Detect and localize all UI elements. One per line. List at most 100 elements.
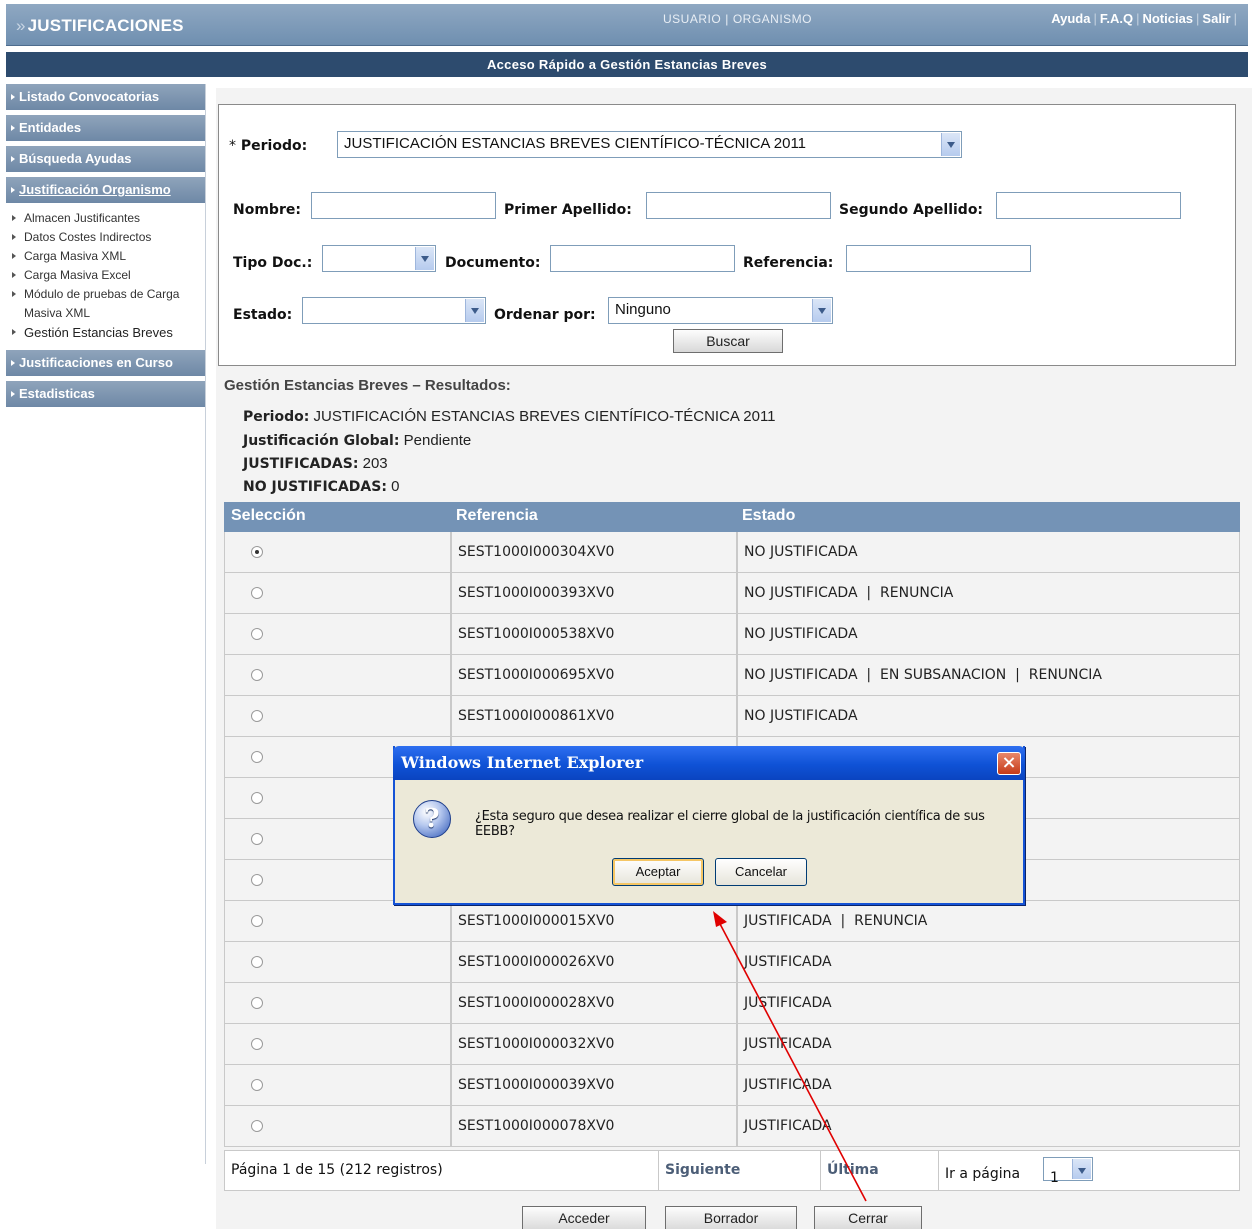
borrador-button[interactable]: Borrador (665, 1206, 797, 1229)
aceptar-button[interactable]: Aceptar (612, 858, 704, 886)
question-icon: ? (413, 800, 451, 838)
selection-cell (224, 983, 451, 1023)
column-header-estado[interactable]: Estado (742, 507, 795, 525)
referencia-cell: SEST1000I000538XV0 (451, 614, 737, 654)
table-row[interactable]: SEST1000I000039XV0 JUSTIFICADA (224, 1065, 1240, 1106)
link-faq[interactable]: F.A.Q (1100, 11, 1133, 26)
table-row[interactable]: SEST1000I000026XV0 JUSTIFICADA (224, 942, 1240, 983)
top-header: » JUSTIFICACIONES USUARIO | ORGANISMO Ayuda… (6, 4, 1248, 46)
sidebar-item-estadisticas[interactable]: Estadisticas (6, 381, 205, 407)
selection-cell (224, 942, 451, 982)
ordenar-select[interactable]: Ninguno (608, 297, 833, 324)
sidebar-subitem-carga-xml[interactable]: Carga Masiva XML (6, 247, 205, 266)
sidebar-subitem-pruebas[interactable]: Módulo de pruebas de Carga Masiva XML (6, 285, 205, 323)
top-links: Ayuda | F.A.Q | Noticias | Salir | (1051, 11, 1240, 26)
sidebar-item-en-curso[interactable]: Justificaciones en Curso (6, 350, 205, 376)
row-radio[interactable] (251, 587, 263, 599)
estado-cell: NO JUSTIFICADA | RENUNCIA (737, 573, 1240, 613)
row-radio[interactable] (251, 1079, 263, 1091)
table-row[interactable]: SEST1000I000695XV0 NO JUSTIFICADA | EN SU… (224, 655, 1240, 696)
sidebar: Listado Convocatorias Entidades Búsqueda… (6, 84, 206, 1164)
sidebar-item-busqueda[interactable]: Búsqueda Ayudas (6, 146, 205, 172)
link-noticias[interactable]: Noticias (1142, 11, 1193, 26)
table-row[interactable]: SEST1000I000304XV0 NO JUSTIFICADA (224, 532, 1240, 573)
pager-info: Página 1 de 15 (212 registros) (225, 1151, 659, 1190)
estado-cell: NO JUSTIFICADA (737, 532, 1240, 572)
table-row[interactable]: SEST1000I000538XV0 NO JUSTIFICADA (224, 614, 1240, 655)
pager-next[interactable]: Siguiente (659, 1151, 821, 1190)
row-radio[interactable] (251, 1120, 263, 1132)
cancelar-button[interactable]: Cancelar (715, 858, 807, 886)
link-ayuda[interactable]: Ayuda (1051, 11, 1090, 26)
documento-input[interactable] (550, 245, 735, 272)
sidebar-item-justificacion-organismo[interactable]: Justificación Organismo (6, 177, 205, 203)
pager-goto-label: Ir a página (945, 1166, 1021, 1182)
sidebar-item-entidades[interactable]: Entidades (6, 115, 205, 141)
dialog-titlebar: Windows Internet Explorer × (393, 746, 1025, 780)
chevron-down-icon (1072, 1159, 1091, 1179)
acceder-button[interactable]: Acceder (522, 1206, 646, 1229)
info-periodo-value: JUSTIFICACIÓN ESTANCIAS BREVES CIENTÍFIC… (313, 408, 776, 425)
referencia-cell: SEST1000I000039XV0 (451, 1065, 737, 1105)
row-radio[interactable] (251, 669, 263, 681)
row-radio[interactable] (251, 710, 263, 722)
primer-apellido-input[interactable] (646, 192, 831, 219)
row-radio[interactable] (251, 874, 263, 886)
info-global-value: Pendiente (403, 432, 472, 449)
row-radio[interactable] (251, 628, 263, 640)
periodo-selected-value: JUSTIFICACIÓN ESTANCIAS BREVES CIENTÍFIC… (344, 135, 807, 152)
segundo-apellido-input[interactable] (996, 192, 1181, 219)
table-row[interactable]: SEST1000I000028XV0 JUSTIFICADA (224, 983, 1240, 1024)
sidebar-subitem-carga-excel[interactable]: Carga Masiva Excel (6, 266, 205, 285)
row-radio[interactable] (251, 792, 263, 804)
buscar-button[interactable]: Buscar (673, 329, 783, 353)
selection-cell (224, 655, 451, 695)
row-radio[interactable] (251, 833, 263, 845)
table-row[interactable]: SEST1000I000032XV0 JUSTIFICADA (224, 1024, 1240, 1065)
chevron-down-icon (812, 299, 831, 322)
link-salir[interactable]: Salir (1202, 11, 1230, 26)
row-radio[interactable] (251, 997, 263, 1009)
row-radio[interactable] (251, 751, 263, 763)
table-row[interactable]: SEST1000I000078XV0 JUSTIFICADA (224, 1106, 1240, 1147)
table-row[interactable]: SEST1000I000015XV0 JUSTIFICADA | RENUNCIA (224, 901, 1240, 942)
sidebar-subitem-almacen[interactable]: Almacen Justificantes (6, 209, 205, 228)
row-radio[interactable] (251, 915, 263, 927)
close-icon[interactable]: × (997, 752, 1021, 775)
estado-cell: JUSTIFICADA (737, 1065, 1240, 1105)
nombre-input[interactable] (311, 192, 496, 219)
periodo-select[interactable]: JUSTIFICACIÓN ESTANCIAS BREVES CIENTÍFIC… (337, 131, 962, 158)
page-select[interactable]: 1 (1043, 1157, 1093, 1186)
selection-cell (224, 901, 451, 941)
sidebar-submenu: Almacen Justificantes Datos Costes Indir… (6, 209, 205, 342)
info-justificadas-value: 203 (362, 455, 388, 472)
row-radio[interactable] (251, 956, 263, 968)
sidebar-subitem-costes[interactable]: Datos Costes Indirectos (6, 228, 205, 247)
quick-access-bar: Acceso Rápido a Gestión Estancias Breves (6, 52, 1248, 77)
column-header-referencia[interactable]: Referencia (456, 507, 538, 525)
column-header-seleccion[interactable]: Selección (231, 507, 306, 525)
table-row[interactable]: SEST1000I000861XV0 NO JUSTIFICADA (224, 696, 1240, 737)
cerrar-button[interactable]: Cerrar (814, 1206, 922, 1229)
referencia-input[interactable] (846, 245, 1031, 272)
sidebar-item-listado[interactable]: Listado Convocatorias (6, 84, 205, 110)
estado-select[interactable] (302, 297, 486, 324)
separator: | (725, 12, 729, 26)
row-radio[interactable] (251, 1038, 263, 1050)
primer-apellido-label: Primer Apellido: (504, 202, 632, 218)
row-radio[interactable] (251, 546, 263, 558)
results-table-header: Selección Referencia Estado (224, 502, 1240, 532)
documento-label: Documento: (445, 255, 541, 271)
info-no-justificadas-value: 0 (391, 478, 400, 495)
estado-label: Estado: (233, 307, 293, 323)
search-form: * Periodo: JUSTIFICACIÓN ESTANCIAS BREVE… (218, 104, 1236, 366)
referencia-cell: SEST1000I000015XV0 (451, 901, 737, 941)
sidebar-subitem-estancias[interactable]: Gestión Estancias Breves (6, 323, 205, 342)
separator: | (1093, 11, 1097, 26)
page-selected-value: 1 (1050, 1170, 1059, 1186)
tipo-doc-select[interactable] (322, 245, 436, 272)
table-row[interactable]: SEST1000I000393XV0 NO JUSTIFICADA | RENUN… (224, 573, 1240, 614)
periodo-label: * Periodo: (229, 138, 307, 154)
pager-last[interactable]: Última (821, 1151, 939, 1190)
separator: | (1136, 11, 1140, 26)
